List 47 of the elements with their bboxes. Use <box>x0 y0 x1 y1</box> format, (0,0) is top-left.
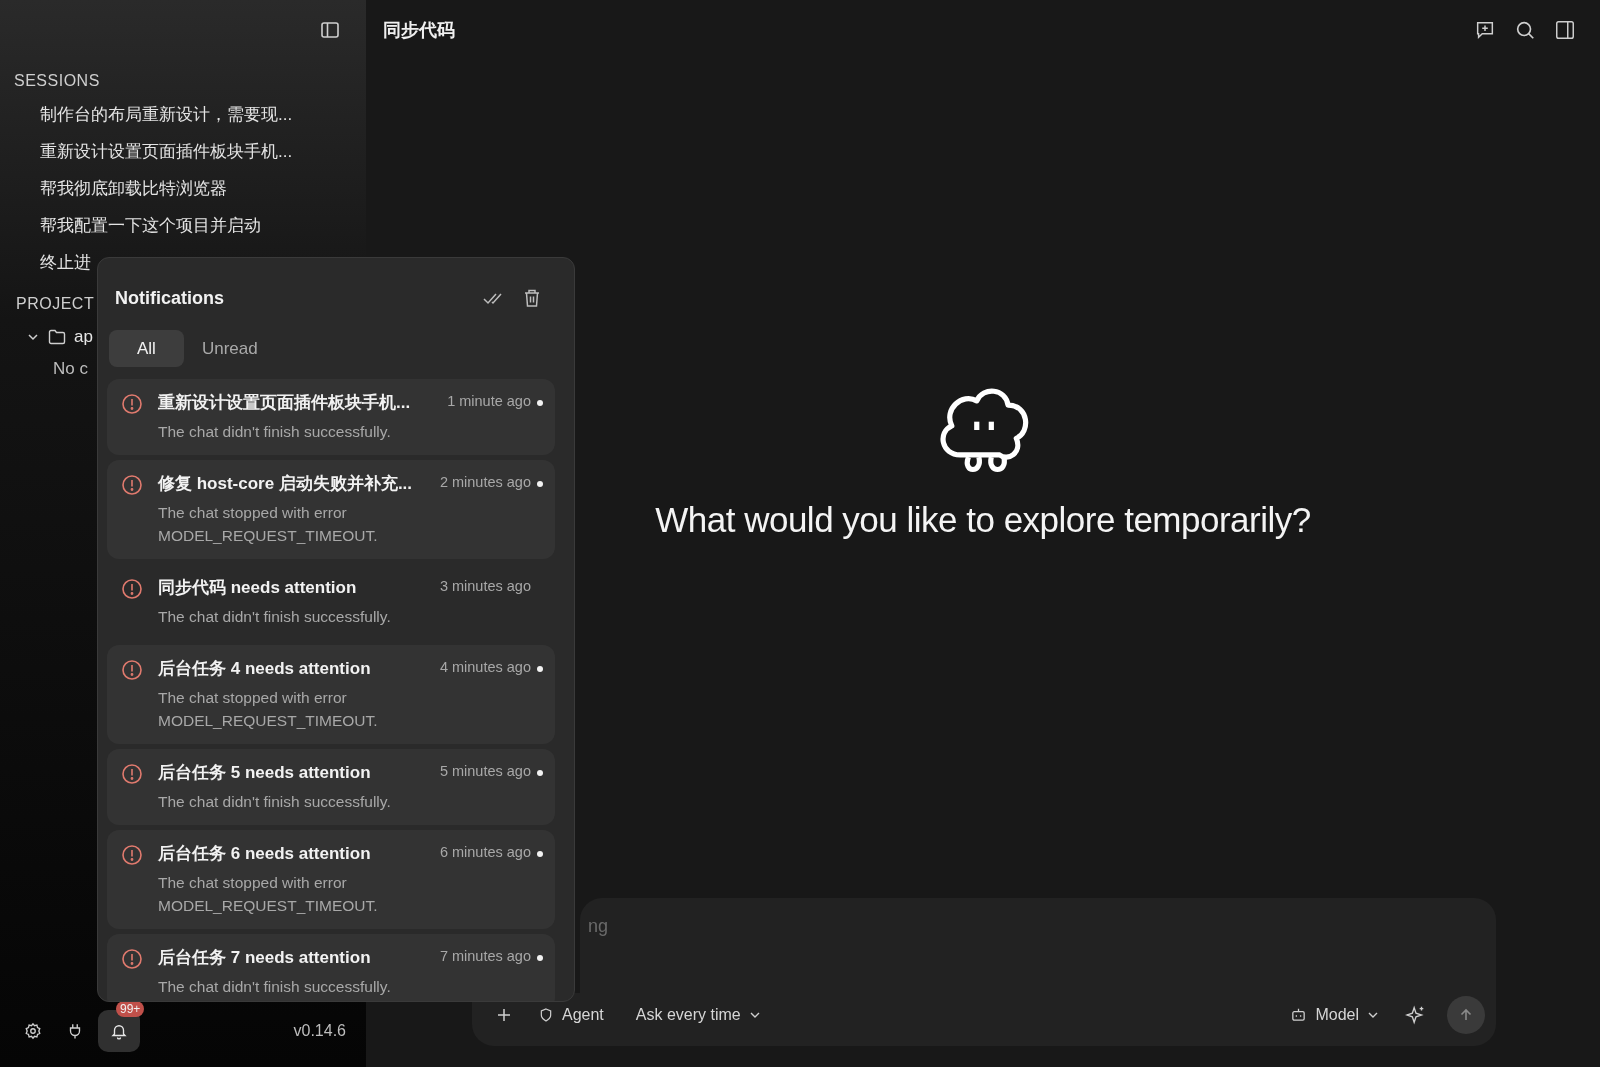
notifications-title: Notifications <box>115 287 224 309</box>
notification-time: 6 minutes ago <box>439 844 531 860</box>
notification-title: 后台任务 5 needs attention <box>158 762 372 784</box>
agent-mode-button[interactable]: Agent <box>532 1001 610 1028</box>
notification-time: 2 minutes ago <box>439 474 531 490</box>
notification-message: The chat stopped with error MODEL_REQUEST_TIMEOUT. <box>158 688 379 731</box>
notification-title: 后台任务 6 needs attention <box>158 843 372 865</box>
notification-card[interactable]: 后台任务 4 needs attention The chat stopped with error MODEL_REQUEST_TIMEOUT. 4 minutes ago <box>107 645 555 744</box>
notification-time: 7 minutes ago <box>439 948 531 964</box>
notification-title: 同步代码 needs attention <box>158 577 358 599</box>
notification-card[interactable]: 修复 host-core 启动失败并补充... The chat stopped with error MODEL_REQUEST_TIMEOUT. 2 minutes ago <box>107 460 555 559</box>
session-item[interactable]: 重新设计设置页面插件板块手机... <box>0 133 366 170</box>
notification-card[interactable]: 同步代码 needs attention The chat didn't finish successfully. 3 minutes ago <box>107 564 555 640</box>
permission-dropdown[interactable]: Ask every time <box>629 1001 767 1028</box>
project-empty-text: No c <box>52 358 89 379</box>
session-item[interactable]: 帮我彻底卸载比特浏览器 <box>0 170 366 207</box>
notification-message: The chat stopped with error MODEL_REQUEST_TIMEOUT. <box>158 873 379 916</box>
notification-card[interactable]: 后台任务 7 needs attention The chat didn't finish successfully. 7 minutes ago <box>107 934 555 1001</box>
notification-title: 修复 host-core 启动失败并补充... <box>158 473 414 495</box>
notification-message: The chat didn't finish successfully. <box>158 607 392 627</box>
notification-time: 3 minutes ago <box>439 578 531 594</box>
notification-time: 5 minutes ago <box>439 763 531 779</box>
project-name[interactable]: ap <box>74 327 93 347</box>
notification-title: 后台任务 4 needs attention <box>158 658 372 680</box>
filter-tab[interactable]: All <box>109 330 184 367</box>
notification-card[interactable]: 重新设计设置页面插件板块手机... The chat didn't finish successfully. 1 minute ago <box>107 379 555 455</box>
version-label: v0.14.6 <box>293 1022 346 1040</box>
notification-message: The chat didn't finish successfully. <box>158 422 392 442</box>
notification-time: 4 minutes ago <box>439 659 531 675</box>
notification-message: The chat didn't finish successfully. <box>158 977 392 997</box>
prompt-input-field[interactable]: ng <box>580 898 1496 993</box>
session-item[interactable]: 制作台的布局重新设计，需要现... <box>0 96 366 133</box>
prompt-input[interactable]: ng <box>588 916 820 937</box>
notification-message: The chat didn't finish successfully. <box>158 792 392 812</box>
model-dropdown[interactable]: Model <box>1284 1001 1385 1028</box>
session-item[interactable]: 帮我配置一下这个项目并启动 <box>0 207 366 244</box>
filter-tab[interactable]: Unread <box>187 330 272 367</box>
welcome-heading: What would you like to explore temporarily? <box>655 500 1311 540</box>
notification-title: 后台任务 7 needs attention <box>158 947 372 969</box>
notification-time: 1 minute ago <box>447 393 531 409</box>
notification-title: 重新设计设置页面插件板块手机... <box>158 392 412 414</box>
projects-label: PROJECT <box>15 294 95 314</box>
notification-message: The chat stopped with error MODEL_REQUEST_TIMEOUT. <box>158 503 379 546</box>
sessions-label: SESSIONS <box>13 71 101 91</box>
chat-title: 同步代码 <box>383 19 455 42</box>
notification-card[interactable]: 后台任务 6 needs attention The chat stopped with error MODEL_REQUEST_TIMEOUT. 6 minutes ago <box>107 830 555 929</box>
notification-card[interactable]: 后台任务 5 needs attention The chat didn't finish successfully. 5 minutes ago <box>107 749 555 825</box>
